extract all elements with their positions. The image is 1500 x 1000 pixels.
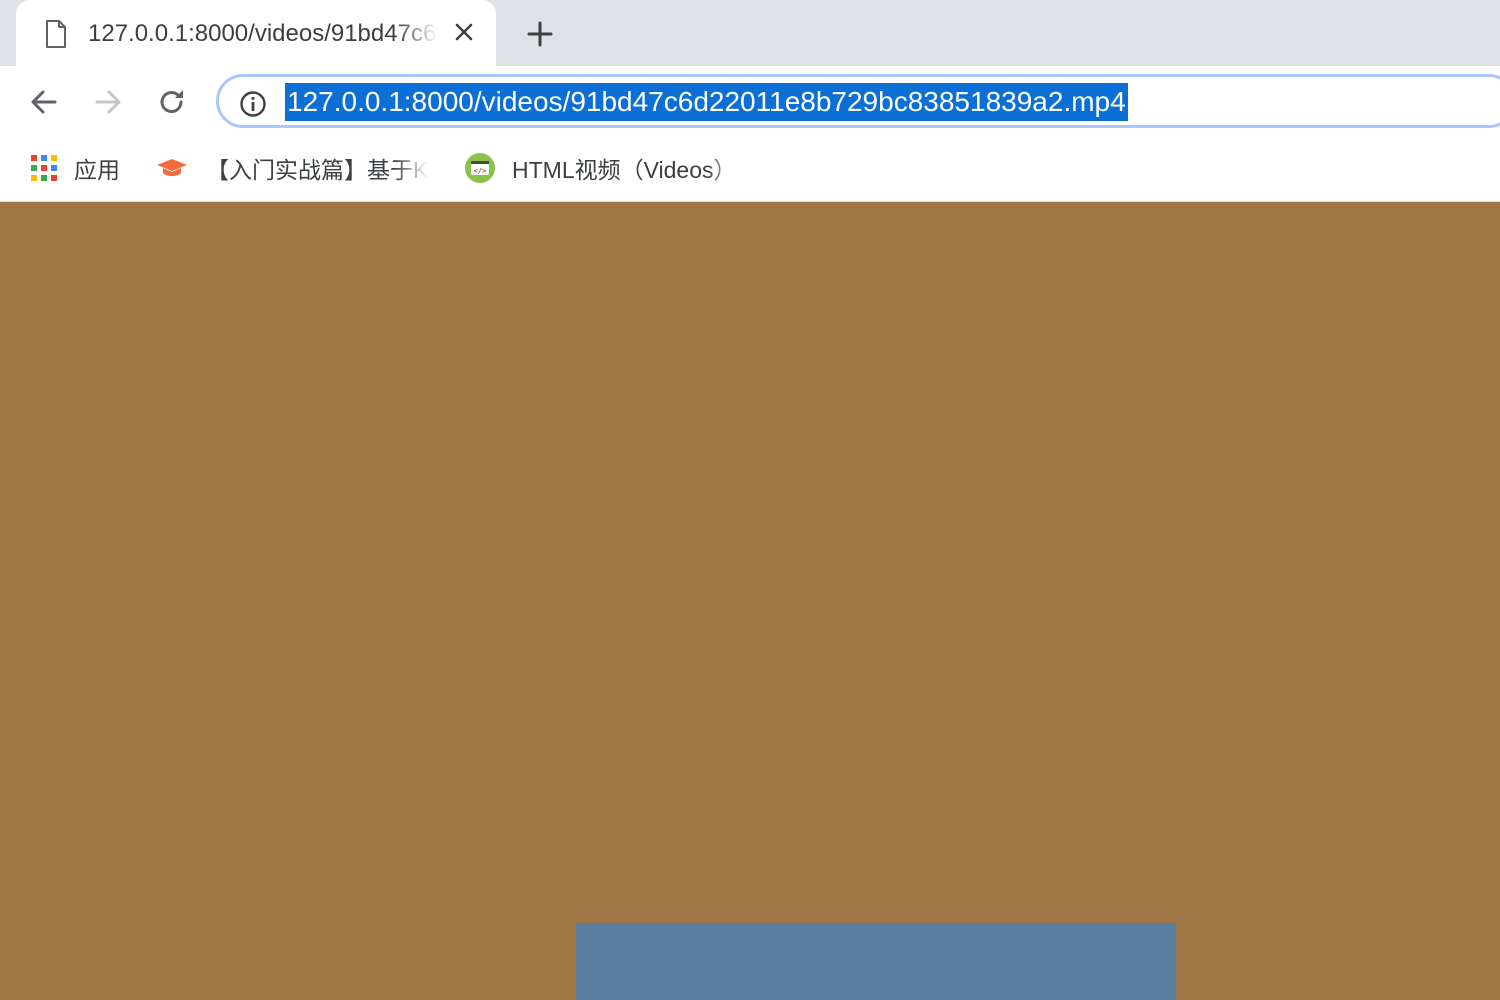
back-arrow-icon[interactable]: [28, 86, 60, 118]
reload-icon[interactable]: [156, 86, 188, 118]
bookmark-apps[interactable]: 应用: [30, 150, 120, 186]
bookmark-label: 应用: [74, 157, 120, 183]
tab-title: 127.0.0.1:8000/videos/91bd47c6d22011e8b7…: [88, 20, 438, 47]
apps-grid-icon: [31, 155, 57, 181]
close-tab-icon[interactable]: [452, 20, 476, 44]
page-content: [0, 202, 1500, 1000]
info-icon[interactable]: [239, 90, 267, 118]
svg-text:</>: </>: [474, 167, 487, 175]
content-block: [576, 923, 1176, 1000]
browser-toolbar: 127.0.0.1:8000/videos/91bd47c6d22011e8b7…: [0, 66, 1500, 138]
bookmarks-bar: 应用 【入门实战篇】基于K </> HTML视频（Videos）: [0, 138, 1500, 202]
url-text[interactable]: 127.0.0.1:8000/videos/91bd47c6d22011e8b7…: [285, 83, 1128, 121]
new-tab-plus-icon[interactable]: [524, 18, 556, 50]
code-globe-icon: </>: [465, 153, 495, 183]
active-tab[interactable]: 127.0.0.1:8000/videos/91bd47c6d22011e8b7…: [16, 0, 496, 66]
bookmark-label: HTML视频（Videos）: [512, 157, 737, 183]
address-bar[interactable]: 127.0.0.1:8000/videos/91bd47c6d22011e8b7…: [216, 74, 1500, 128]
document-icon: [46, 20, 66, 48]
forward-arrow-icon[interactable]: [92, 86, 124, 118]
graduation-cap-icon: [157, 159, 187, 176]
tab-strip: 127.0.0.1:8000/videos/91bd47c6d22011e8b7…: [0, 0, 1500, 66]
bookmark-course[interactable]: 【入门实战篇】基于K: [156, 150, 428, 186]
bookmark-label: 【入门实战篇】基于K: [206, 157, 428, 183]
bookmark-html-video[interactable]: </> HTML视频（Videos）: [464, 150, 742, 186]
